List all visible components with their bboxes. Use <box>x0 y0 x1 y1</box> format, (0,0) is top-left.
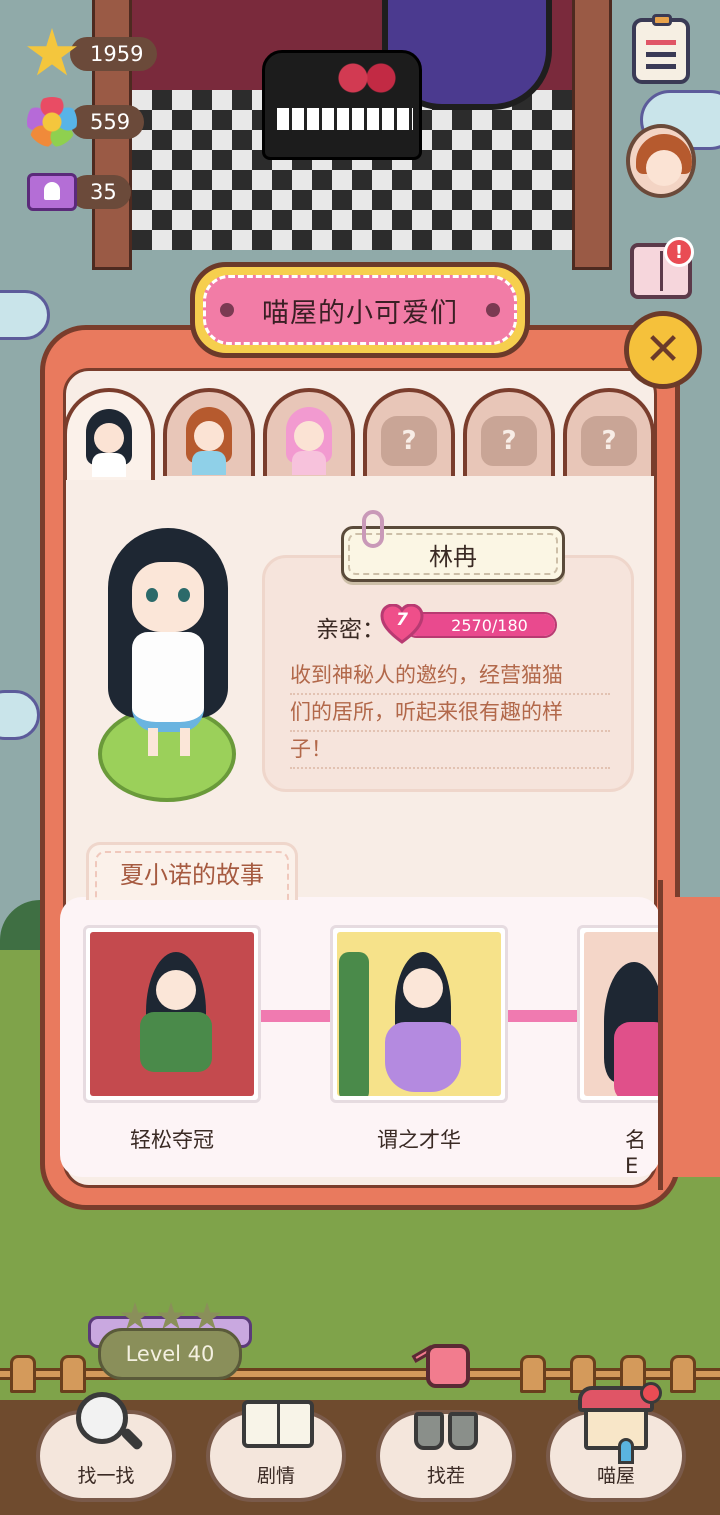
story-chapter-card[interactable] <box>83 925 261 1103</box>
nav-spot-difference-button[interactable]: 找茬 <box>376 1410 516 1502</box>
title-banner: 喵屋的小可爱们 <box>190 262 530 358</box>
cabinet-button[interactable]: ! <box>626 236 696 306</box>
stars-value: 1959 <box>70 37 158 71</box>
chapter-title: 轻松夺冠 <box>130 1128 214 1152</box>
alert-badge: ! <box>664 237 694 267</box>
intimacy-bar: 2570/180 <box>404 612 557 638</box>
character-name: 林冉 <box>429 542 477 571</box>
character-portrait <box>82 409 136 477</box>
nav-find-button[interactable]: 找一找 <box>36 1392 176 1502</box>
chapter-illustration <box>337 932 501 1096</box>
avatar <box>626 124 696 198</box>
description-line: 收到神秘人的邀约，经营猫猫 <box>290 658 610 695</box>
house-icon <box>576 1382 662 1464</box>
intimacy-label: 亲密： <box>316 617 385 643</box>
description-line: 子！ <box>290 732 610 769</box>
nav-cat-house-label: 喵屋 <box>596 1465 635 1487</box>
intimacy-progress: 2570/180 <box>451 615 528 635</box>
heart-icon: 7 <box>380 604 424 644</box>
flowers-counter: 559 <box>24 94 145 150</box>
nav-spot-difference-label: 找茬 <box>426 1465 465 1487</box>
character-tabs: ? ? ? <box>63 388 663 480</box>
notification-dot <box>640 1382 662 1404</box>
nav-cat-house-button[interactable]: 喵屋 <box>546 1382 686 1502</box>
locked-cat-silhouette-icon: ? <box>581 416 637 466</box>
chapter-title: 谓之才华 <box>377 1128 461 1152</box>
level-badge: Level 40 <box>88 1300 252 1386</box>
locked-silhouette-icon: ? <box>381 416 437 466</box>
stars-counter: 1959 <box>24 26 158 82</box>
chapter-connector <box>506 1010 582 1022</box>
tab-locked-6[interactable]: ? <box>563 388 655 476</box>
cabinet-icon: ! <box>630 237 694 299</box>
watering-can-icon[interactable] <box>411 1336 482 1392</box>
flowers-value: 559 <box>70 105 145 139</box>
character-portrait <box>282 407 336 475</box>
close-button[interactable]: ✕ <box>624 311 702 389</box>
task-list-button[interactable] <box>626 14 696 86</box>
panel-title: 喵屋的小可爱们 <box>262 297 458 329</box>
tab-character-2[interactable] <box>163 388 255 476</box>
tab-locked-5[interactable]: ? <box>463 388 555 476</box>
cloud <box>0 290 50 340</box>
description-line: 们的居所，听起来很有趣的样 <box>290 695 610 732</box>
nav-story-label: 剧情 <box>256 1465 295 1487</box>
white-dress <box>132 632 204 732</box>
story-heading-tab: 夏小诺的故事 <box>86 842 298 900</box>
paperclip-icon <box>362 510 384 548</box>
character-description: 收到神秘人的邀约，经营猫猫 们的居所，听起来很有趣的样 子！ <box>290 658 610 769</box>
potted-plants-icon <box>406 1390 486 1460</box>
level-label: Level 40 <box>98 1328 242 1380</box>
close-icon: ✕ <box>644 324 682 375</box>
clipboard-icon <box>632 14 690 84</box>
magnifier-icon <box>66 1390 146 1460</box>
intimacy-level: 7 <box>396 610 408 630</box>
tab-locked-4[interactable]: ? <box>363 388 455 476</box>
tab-character-1[interactable] <box>63 388 155 480</box>
nav-story-button[interactable]: 剧情 <box>206 1400 346 1502</box>
nav-find-label: 找一找 <box>77 1465 135 1487</box>
character-portrait <box>182 407 236 475</box>
character-figure <box>88 528 248 808</box>
roses <box>332 58 402 98</box>
music-room <box>92 0 612 280</box>
locked-cat-silhouette-icon: ? <box>481 416 537 466</box>
star-icon <box>24 26 80 82</box>
character-avatar-button[interactable] <box>626 124 696 198</box>
story-chapter-card[interactable] <box>330 925 508 1103</box>
tickets-counter: 35 <box>24 164 131 220</box>
chapter-connector <box>258 1010 334 1022</box>
ticket-icon <box>24 164 80 220</box>
flower-icon <box>24 94 80 150</box>
chapter-illustration <box>90 932 254 1096</box>
book-icon <box>236 1390 316 1460</box>
tab-character-3[interactable] <box>263 388 355 476</box>
chapter-title: 名E <box>625 1128 646 1178</box>
story-heading: 夏小诺的故事 <box>120 861 264 889</box>
